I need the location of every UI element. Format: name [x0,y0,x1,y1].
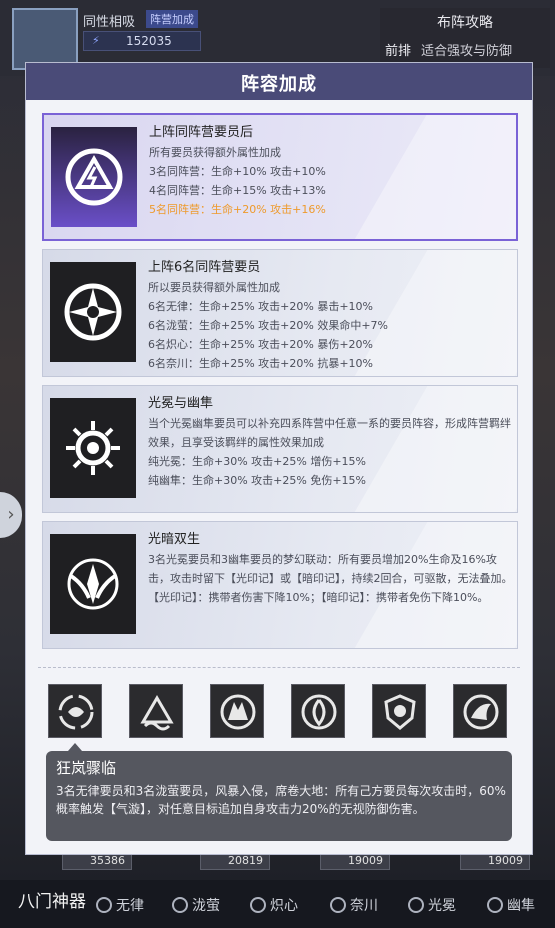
hero-power: 35386 [90,854,125,867]
hero-power: 19009 [488,854,523,867]
card-line-highlight: 5名同阵营：生命+20% 攻击+16% [149,203,326,216]
strategy-title: 布阵攻略 [437,15,493,31]
hero-power: 20819 [228,854,263,867]
card-line: 3名同阵营：生命+10% 攻击+10% [149,165,326,178]
card-line: 所以要员获得额外属性加成 [148,281,280,294]
bonus-card-six-faction[interactable]: 上阵6名同阵营要员 所以要员获得额外属性加成 6名无律：生命+25% 攻击+20… [42,249,518,377]
card-line: 纯幽隼：生命+30% 攻击+25% 免伤+15% [148,474,366,487]
card-title: 上阵6名同阵营要员 [148,260,261,275]
faction-icon [172,897,188,913]
card-paragraph: 当个光冕幽隼要员可以补充四系阵营中任意一系的要员阵容，形成阵营羁绊效果，且享受该… [148,417,511,449]
card-body: 所有要员获得额外属性加成 3名同阵营：生命+10% 攻击+10% 4名同阵营：生… [149,143,514,219]
card-line: 6名无律：生命+25% 攻击+20% 暴击+10% [148,300,373,313]
bonus-card-dual-twins[interactable]: 光暗双生 3名光冕要员和3幽隼要员的梦幻联动：所有要员增加20%生命及16%攻击… [42,521,518,649]
flame-skill-icon[interactable] [291,684,345,738]
card-line: 所有要员获得额外属性加成 [149,146,281,159]
faction-tab-yousun[interactable]: 幽隼 [487,895,535,915]
bonus-card-light-dark[interactable]: 光冕与幽隼 当个光冕幽隼要员可以补充四系阵营中任意一系的要员阵容，形成阵营羁绊效… [42,385,518,513]
strategy-row-label: 前排 [385,44,412,59]
card-body: 当个光冕幽隼要员可以补充四系阵营中任意一系的要员阵容，形成阵营羁绊效果，且享受该… [148,414,513,490]
card-line: 6名泷萤：生命+25% 攻击+20% 效果命中+7% [148,319,388,332]
shield-skill-icon[interactable] [372,684,426,738]
modal-header: 阵容加成 [26,63,532,100]
card-body: 所以要员获得额外属性加成 6名无律：生命+25% 攻击+20% 暴击+10% 6… [148,278,513,373]
skill-title: 狂岚骤临 [56,759,117,777]
faction-tab-naichuan[interactable]: 奈川 [330,895,378,915]
faction-icon [250,897,266,913]
card-line: 4名同阵营：生命+15% 攻击+13% [149,184,326,197]
strategy-row-text: 适合强攻与防御 [421,44,513,59]
faction-tab-label: 奈川 [350,898,378,914]
faction-tab-wulv[interactable]: 无律 [96,895,144,915]
faction-emblem-icon [51,127,137,227]
card-line: 纯光冕：生命+30% 攻击+25% 增伤+15% [148,455,366,468]
dual-wing-emblem-icon [50,534,136,634]
player-badge: 阵营加成 [146,10,198,28]
lightning-icon: ⚡ [92,34,100,47]
modal-title: 阵容加成 [241,74,317,95]
faction-tab-label: 炽心 [270,898,298,914]
faction-tab-label: 幽隼 [507,898,535,914]
bottom-title: 八门神器 [18,892,86,912]
skill-detail-box: 狂岚骤临 3名无律要员和3名泷萤要员，风暴入侵，席卷大地：所有己方要员每次攻击时… [46,751,512,841]
strategy-line: 前排 适合强攻与防御 [385,40,512,59]
player-name: 同性相吸 [83,15,136,30]
strategy-panel[interactable]: 布阵攻略 前排 适合强攻与防御 [380,8,550,68]
radiant-emblem-icon [50,398,136,498]
wing-skill-icon[interactable] [453,684,507,738]
faction-tab-longying[interactable]: 泷萤 [172,895,220,915]
faction-tab-label: 无律 [116,898,144,914]
compass-emblem-icon [50,262,136,362]
selection-pointer [68,743,82,751]
wolf-skill-icon[interactable] [210,684,264,738]
faction-tab-label: 光冕 [428,898,456,914]
faction-icon [487,897,503,913]
faction-tab-guangmian[interactable]: 光冕 [408,895,456,915]
card-paragraph: 3名光冕要员和3幽隼要员的梦幻联动：所有要员增加20%生命及16%攻击，攻击时留… [148,553,513,604]
faction-icon [96,897,112,913]
faction-tab-chixin[interactable]: 炽心 [250,895,298,915]
card-line: 6名炽心：生命+25% 攻击+20% 暴伤+20% [148,338,373,351]
card-line: 6名奈川：生命+25% 攻击+20% 抗暴+10% [148,357,373,370]
lineup-bonus-modal: 阵容加成 上阵同阵营要员后 所有要员获得额外属性加成 3名同阵营：生命+10% … [25,62,533,855]
hero-power: 19009 [348,854,383,867]
card-title: 上阵同阵营要员后 [149,125,254,140]
card-title: 光冕与幽隼 [148,396,214,411]
power-display: ⚡ 152035 [83,31,201,51]
divider [38,667,520,668]
card-body: 3名光冕要员和3幽隼要员的梦幻联动：所有要员增加20%生命及16%攻击，攻击时留… [148,550,513,607]
wave-skill-icon[interactable] [129,684,183,738]
avatar[interactable] [12,8,78,70]
bonus-card-same-faction[interactable]: 上阵同阵营要员后 所有要员获得额外属性加成 3名同阵营：生命+10% 攻击+10… [42,113,518,241]
faction-tab-label: 泷萤 [192,898,220,914]
faction-icon [408,897,424,913]
skill-description: 3名无律要员和3名泷萤要员，风暴入侵，席卷大地：所有己方要员每次攻击时，60%概… [56,784,506,816]
storm-skill-icon[interactable] [48,684,102,738]
power-value: 152035 [126,34,172,48]
faction-icon [330,897,346,913]
card-title: 光暗双生 [148,532,201,547]
